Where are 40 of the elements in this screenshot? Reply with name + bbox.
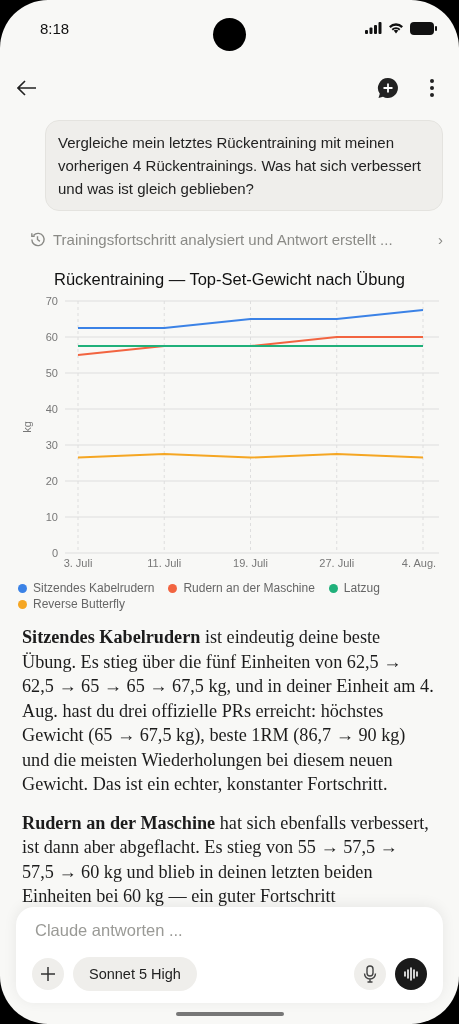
voice-mode-button[interactable] xyxy=(395,958,427,990)
microphone-icon xyxy=(363,965,377,983)
y-tick-label: 50 xyxy=(45,367,58,379)
response-paragraph: Rudern an der Maschine hat sich ebenfalls verbessert, ist dann aber abgeflacht. Es stieg von 55 → 57,5 → 57,5 → 60 kg und blieb in deinen letzten beiden Einheiten bei 60 kg — ein guter Fortschritt xyxy=(22,811,430,907)
y-axis-label: kg xyxy=(21,421,33,433)
wifi-icon xyxy=(388,22,404,34)
legend-item: Rudern an der Maschine xyxy=(168,581,315,595)
y-tick-label: 70 xyxy=(45,295,58,307)
y-tick-label: 10 xyxy=(45,511,58,523)
y-tick-label: 20 xyxy=(45,475,58,487)
camera-cutout xyxy=(213,18,246,51)
y-tick-label: 30 xyxy=(45,439,58,451)
legend-item: Reverse Butterfly xyxy=(18,597,126,611)
microphone-button[interactable] xyxy=(354,958,386,990)
x-tick-label: 3. Juli xyxy=(63,557,93,569)
battery-icon xyxy=(410,21,437,35)
user-message: Vergleiche mein letztes Rückentraining mit meinen vorherigen 4 Rückentrainings. Was hat sich verbessert und was ist gleich geblieben? xyxy=(45,120,443,211)
x-tick-label: 11. Juli xyxy=(147,557,182,569)
response-paragraph: Sitzendes Kabelrudern ist eindeutig deine beste Übung. Es stieg über die fünf Einheiten von 62,5 → 62,5 → 65 → 65 → 67,5 kg, und in deiner Einheit am 4. Aug. hast du drei offizielle PRs erreicht: höchstes Gewicht (65 → 67,5 kg), beste 1RM (86,7 → 90 kg) und die meisten Wiederholungen bei diesem neuen Gewicht. Das ist ein echter, konstanter Fortschritt. xyxy=(22,626,434,796)
add-button[interactable] xyxy=(32,958,64,990)
y-tick-label: 0 xyxy=(51,547,58,559)
y-tick-label: 60 xyxy=(45,331,58,343)
signal-icon xyxy=(365,22,382,34)
status-time: 8:18 xyxy=(40,19,70,37)
x-tick-label: 27. Juli xyxy=(319,557,355,569)
y-tick-label: 40 xyxy=(45,403,58,415)
back-arrow-icon xyxy=(17,80,37,96)
waveform-icon xyxy=(403,967,419,981)
chat-plus-icon xyxy=(377,77,399,99)
plus-icon xyxy=(40,966,56,982)
reply-input-field[interactable]: Claude antworten ... xyxy=(32,921,427,940)
legend-item: Latzug xyxy=(328,581,380,595)
more-icon xyxy=(429,78,435,98)
legend-item: Sitzendes Kabelrudern xyxy=(18,581,155,595)
chart-title: Rückentraining — Top-Set-Gewicht nach Übung xyxy=(53,270,406,289)
x-tick-label: 4. Aug. xyxy=(401,557,437,569)
x-tick-label: 19. Juli xyxy=(233,557,268,569)
new-chat-button[interactable] xyxy=(375,75,401,101)
model-selector[interactable]: Sonnet 5 High xyxy=(73,957,197,991)
history-icon xyxy=(29,231,46,248)
